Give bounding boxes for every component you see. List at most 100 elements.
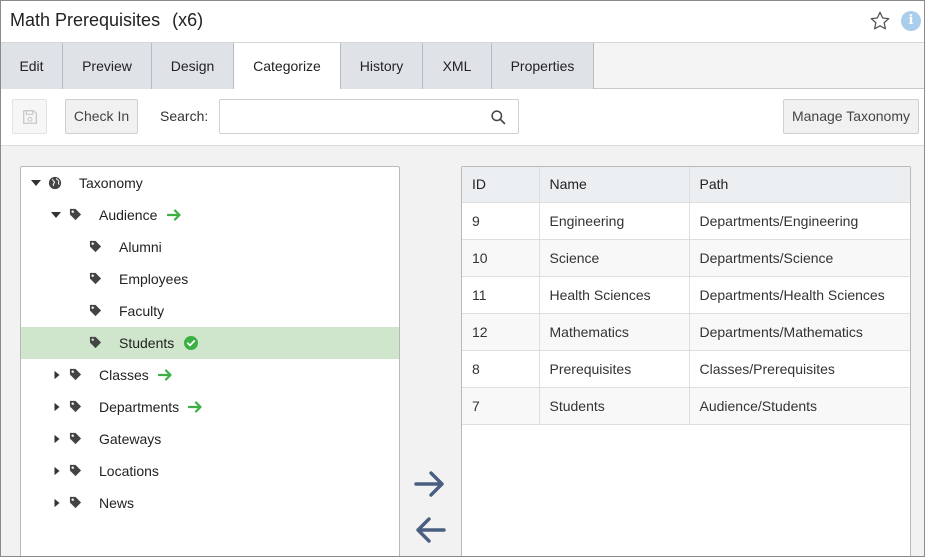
- search-input[interactable]: [226, 106, 476, 128]
- tree-node-label: Faculty: [119, 303, 165, 319]
- tab-design[interactable]: Design: [152, 43, 234, 89]
- table-row[interactable]: 12 Mathematics Departments/Mathematics: [462, 312, 910, 351]
- tag-icon: [69, 496, 82, 509]
- assigned-categories-grid: ID Name Path 9 Engineering Departments/E…: [461, 166, 911, 556]
- tag-icon: [69, 400, 82, 413]
- cell-name: Engineering: [538, 201, 690, 240]
- tree-node-label: Locations: [99, 463, 159, 479]
- page-title: Math Prerequisites (x6): [10, 10, 203, 31]
- tree-node-departments[interactable]: Departments: [21, 391, 399, 423]
- check-in-button[interactable]: Check In: [65, 99, 138, 134]
- tag-icon: [89, 304, 102, 317]
- cell-path: Departments/Health Sciences: [688, 275, 910, 314]
- tree-node-classes[interactable]: Classes: [21, 359, 399, 391]
- tab-history[interactable]: History: [341, 43, 423, 89]
- cell-id: 10: [462, 238, 540, 277]
- tree-node-label: Audience: [99, 207, 158, 223]
- categories-table: ID Name Path 9 Engineering Departments/E…: [462, 167, 910, 425]
- cell-id: 11: [462, 275, 540, 314]
- tree-node-audience[interactable]: Audience: [21, 199, 399, 231]
- selection-count: (x6): [172, 10, 204, 30]
- caret-right-icon[interactable]: [51, 434, 63, 444]
- search-icon[interactable]: [490, 109, 507, 126]
- tree-node-students[interactable]: Students: [21, 327, 399, 359]
- table-row[interactable]: 7 Students Audience/Students: [462, 386, 910, 425]
- cell-path: Departments/Mathematics: [688, 312, 910, 351]
- check-circle-icon: [184, 336, 198, 350]
- tree-node-label: Departments: [99, 399, 180, 415]
- tab-preview[interactable]: Preview: [63, 43, 152, 89]
- tree-node-label: Taxonomy: [79, 175, 143, 191]
- arrow-right-icon: [167, 209, 181, 221]
- cell-id: 8: [462, 349, 540, 388]
- tree-node-employees[interactable]: Employees: [21, 263, 399, 295]
- column-header-path[interactable]: Path: [688, 167, 910, 203]
- tree-node-news[interactable]: News: [21, 487, 399, 519]
- cell-id: 9: [462, 201, 540, 240]
- tree-node-label: Employees: [119, 271, 189, 287]
- caret-right-icon[interactable]: [51, 402, 63, 412]
- caret-right-icon[interactable]: [51, 466, 63, 476]
- cell-name: Mathematics: [538, 312, 690, 351]
- title-bar: Math Prerequisites (x6) i: [1, 1, 924, 43]
- search-label: Search:: [160, 108, 209, 124]
- table-row[interactable]: 8 Prerequisites Classes/Prerequisites: [462, 349, 910, 388]
- save-icon: [23, 110, 37, 124]
- tag-icon: [89, 336, 102, 349]
- app-window: Math Prerequisites (x6) i Edit Preview De…: [0, 0, 925, 557]
- tab-properties[interactable]: Properties: [492, 43, 594, 89]
- table-row[interactable]: 11 Health Sciences Departments/Health Sc…: [462, 275, 910, 314]
- tab-edit[interactable]: Edit: [1, 43, 63, 89]
- categorize-content: Taxonomy Audience Alumni Employees Facul…: [1, 146, 924, 556]
- tree-node-label: Gateways: [99, 431, 162, 447]
- caret-down-icon[interactable]: [50, 210, 62, 220]
- tab-categorize[interactable]: Categorize: [234, 43, 341, 90]
- arrow-right-icon: [158, 369, 172, 381]
- tag-icon: [69, 432, 82, 445]
- tab-bar: Edit Preview Design Categorize History X…: [1, 43, 924, 90]
- table-row[interactable]: 10 Science Departments/Science: [462, 238, 910, 277]
- search-box: [219, 99, 519, 134]
- cell-name: Prerequisites: [538, 349, 690, 388]
- cell-path: Departments/Science: [688, 238, 910, 277]
- toolbar: Check In Search: Manage Taxonomy: [1, 89, 924, 146]
- cell-path: Audience/Students: [688, 386, 910, 425]
- tree-node-faculty[interactable]: Faculty: [21, 295, 399, 327]
- cell-path: Classes/Prerequisites: [688, 349, 910, 388]
- column-header-name[interactable]: Name: [538, 167, 690, 203]
- tree-node-alumni[interactable]: Alumni: [21, 231, 399, 263]
- tree-node-label: Alumni: [119, 239, 162, 255]
- table-row[interactable]: 9 Engineering Departments/Engineering: [462, 201, 910, 240]
- tag-icon: [69, 208, 82, 221]
- tree-node-locations[interactable]: Locations: [21, 455, 399, 487]
- tab-xml[interactable]: XML: [423, 43, 492, 89]
- cell-id: 7: [462, 386, 540, 425]
- move-right-arrow-icon[interactable]: [413, 468, 447, 500]
- caret-right-icon[interactable]: [51, 498, 63, 508]
- page-title-text: Math Prerequisites: [10, 10, 161, 30]
- cell-id: 12: [462, 312, 540, 351]
- taxonomy-tree: Taxonomy Audience Alumni Employees Facul…: [20, 166, 400, 556]
- cell-path: Departments/Engineering: [688, 201, 910, 240]
- caret-down-icon[interactable]: [30, 178, 42, 188]
- table-header-row: ID Name Path: [462, 167, 910, 203]
- tree-node-taxonomy[interactable]: Taxonomy: [21, 167, 399, 199]
- tag-icon: [89, 272, 102, 285]
- info-icon[interactable]: i: [901, 11, 921, 31]
- tag-icon: [89, 240, 102, 253]
- star-icon[interactable]: [869, 10, 891, 32]
- tag-icon: [69, 368, 82, 381]
- tree-node-gateways[interactable]: Gateways: [21, 423, 399, 455]
- move-left-arrow-icon[interactable]: [413, 514, 447, 546]
- arrow-right-icon: [188, 401, 202, 413]
- manage-taxonomy-button[interactable]: Manage Taxonomy: [783, 99, 919, 134]
- column-header-id[interactable]: ID: [462, 167, 540, 203]
- tree-node-label: Classes: [99, 367, 149, 383]
- cell-name: Science: [538, 238, 690, 277]
- caret-right-icon[interactable]: [51, 370, 63, 380]
- cell-name: Health Sciences: [538, 275, 690, 314]
- tree-node-label: News: [99, 495, 135, 511]
- tree-node-label: Students: [119, 335, 175, 351]
- globe-icon: [48, 176, 62, 190]
- save-button[interactable]: [12, 99, 47, 134]
